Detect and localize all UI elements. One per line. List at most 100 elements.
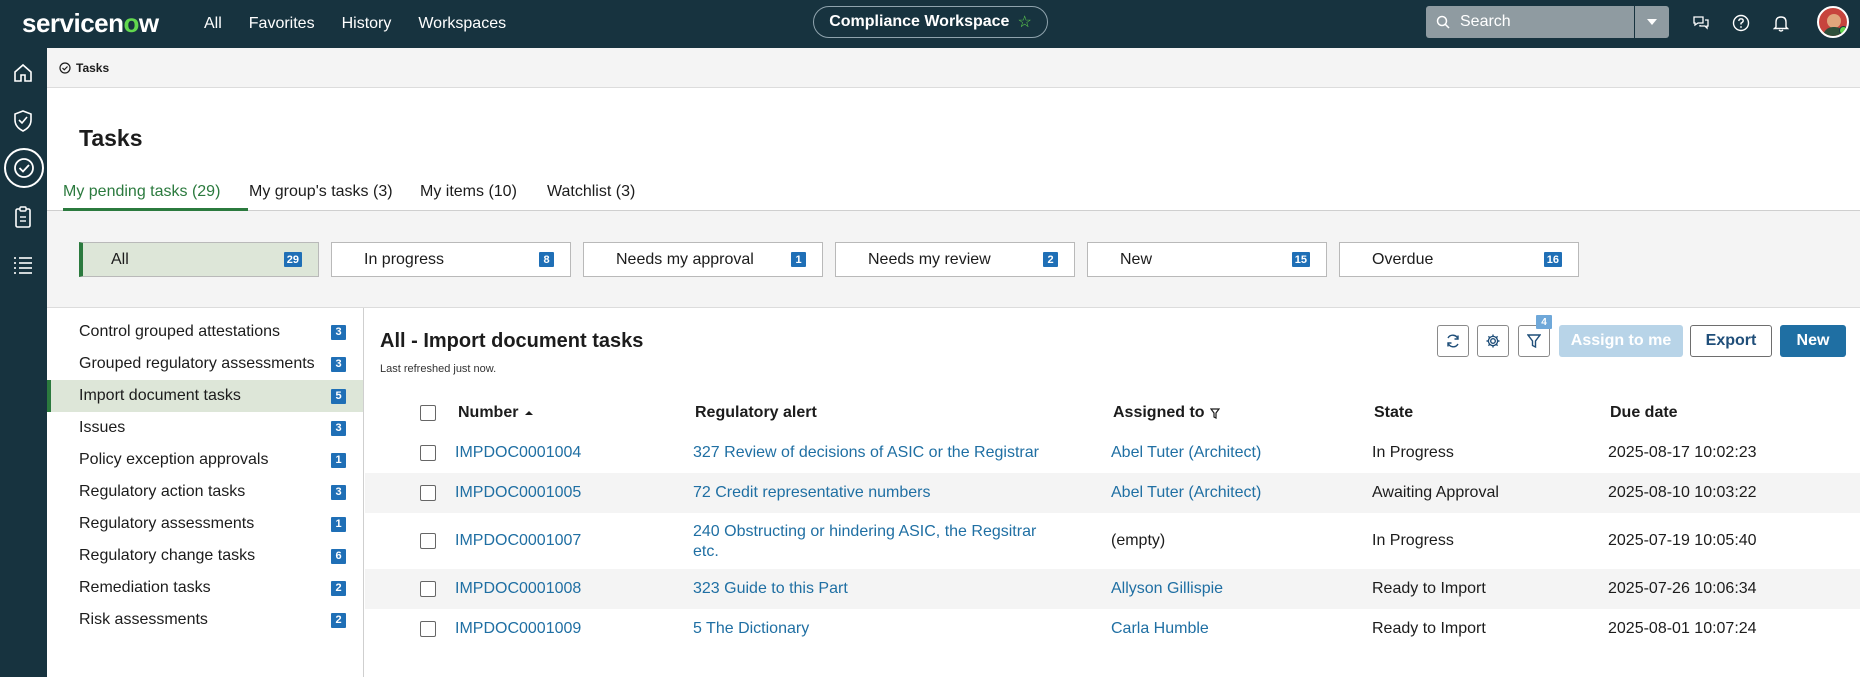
filter-chip-label: Needs my review <box>868 250 991 268</box>
count-badge: 29 <box>283 252 302 267</box>
check-circle-icon <box>59 61 71 74</box>
nav-workspaces[interactable]: Workspaces <box>418 15 506 33</box>
notifications-bell-icon[interactable] <box>1770 12 1792 34</box>
task-number-link[interactable]: IMPDOC0001004 <box>455 444 581 462</box>
task-number-link[interactable]: IMPDOC0001007 <box>455 532 581 550</box>
sidelist-item-regulatory-assessments[interactable]: Regulatory assessments 1 <box>47 508 363 540</box>
refresh-button[interactable] <box>1437 325 1469 357</box>
regulatory-alert-link[interactable]: 323 Guide to this Part <box>693 580 848 598</box>
sidelist-item-issues[interactable]: Issues 3 <box>47 412 363 444</box>
table-row: IMPDOC0001007 240 Obstructing or hinderi… <box>365 513 1860 569</box>
due-date-value: 2025-08-10 10:03:22 <box>1608 484 1757 501</box>
row-checkbox[interactable] <box>420 445 436 461</box>
sidelist-item-label: Control grouped attestations <box>79 323 281 340</box>
sidelist-item-regulatory-change-tasks[interactable]: Regulatory change tasks 6 <box>47 540 363 572</box>
filter-chip-needs-my-review[interactable]: Needs my review 2 <box>835 242 1075 277</box>
assigned-to-link[interactable]: Abel Tuter (Architect) <box>1111 444 1261 462</box>
column-header-due-date[interactable]: Due date <box>1610 404 1678 422</box>
tab-my-groups-tasks[interactable]: My group's tasks (3) <box>249 183 393 201</box>
sidelist-item-regulatory-action-tasks[interactable]: Regulatory action tasks 3 <box>47 476 363 508</box>
workspace-selector[interactable]: Compliance Workspace ☆ <box>813 6 1048 38</box>
column-label: State <box>1374 404 1414 421</box>
tasks-check-icon[interactable] <box>4 148 44 188</box>
settings-button[interactable] <box>1477 325 1509 357</box>
shield-check-icon[interactable] <box>8 106 38 136</box>
chat-icon[interactable] <box>1690 12 1712 34</box>
row-checkbox[interactable] <box>420 581 436 597</box>
presence-indicator <box>1839 26 1847 35</box>
filter-chip-label: In progress <box>364 250 445 268</box>
filter-chip-overdue[interactable]: Overdue 16 <box>1339 242 1579 277</box>
assigned-to-link[interactable]: Abel Tuter (Architect) <box>1111 484 1261 502</box>
assigned-to-link[interactable]: Allyson Gillispie <box>1111 580 1223 598</box>
tab-my-items[interactable]: My items (10) <box>420 183 517 201</box>
sidelist-item-policy-exception-approvals[interactable]: Policy exception approvals 1 <box>47 444 363 476</box>
task-number-link[interactable]: IMPDOC0001009 <box>455 620 581 638</box>
left-rail <box>0 48 47 677</box>
tab-watchlist[interactable]: Watchlist (3) <box>547 183 635 201</box>
filter-chip-all[interactable]: All 29 <box>79 242 319 277</box>
column-header-state[interactable]: State <box>1374 404 1413 422</box>
assigned-to-link[interactable]: Carla Humble <box>1111 620 1209 638</box>
sidelist-item-label: Regulatory action tasks <box>79 483 246 500</box>
task-number-link[interactable]: IMPDOC0001008 <box>455 580 581 598</box>
sidelist-item-risk-assessments[interactable]: Risk assessments 2 <box>47 604 363 636</box>
nav-all[interactable]: All <box>204 15 222 33</box>
last-refreshed-text: Last refreshed just now. <box>380 363 497 375</box>
column-header-regulatory-alert[interactable]: Regulatory alert <box>695 404 817 422</box>
list-title: All - Import document tasks <box>380 330 644 352</box>
sidelist-item-grouped-regulatory-assessments[interactable]: Grouped regulatory assessments 3 <box>47 348 363 380</box>
servicenow-logo[interactable]: servicenow <box>22 8 159 39</box>
count-badge: 3 <box>331 324 346 340</box>
filter-button[interactable] <box>1518 325 1550 357</box>
caret-down-icon <box>1647 19 1657 25</box>
count-badge: 8 <box>539 252 554 267</box>
table-header: Number Regulatory alert Assigned to Stat… <box>365 396 1860 430</box>
help-icon[interactable] <box>1730 12 1752 34</box>
nav-history[interactable]: History <box>342 15 392 33</box>
filter-chip-needs-my-approval[interactable]: Needs my approval 1 <box>583 242 823 277</box>
clipboard-icon[interactable] <box>8 202 38 232</box>
regulatory-alert-link[interactable]: 327 Review of decisions of ASIC or the R… <box>693 444 1039 462</box>
top-header: servicenow All Favorites History Workspa… <box>0 0 1860 48</box>
favorite-star-icon[interactable]: ☆ <box>1017 12 1031 32</box>
export-button[interactable]: Export <box>1690 325 1772 357</box>
filter-chip-in-progress[interactable]: In progress 8 <box>331 242 571 277</box>
search-icon <box>1436 15 1450 29</box>
column-label: Number <box>458 404 519 421</box>
user-avatar[interactable] <box>1817 6 1849 38</box>
task-number-link[interactable]: IMPDOC0001005 <box>455 484 581 502</box>
nav-favorites[interactable]: Favorites <box>249 15 315 33</box>
task-type-list: Control grouped attestations 3 Grouped re… <box>47 308 364 677</box>
row-checkbox[interactable] <box>420 485 436 501</box>
column-header-assigned-to[interactable]: Assigned to <box>1113 404 1220 422</box>
sidelist-item-label: Regulatory change tasks <box>79 547 256 564</box>
sidelist-item-import-document-tasks[interactable]: Import document tasks 5 <box>47 380 363 412</box>
filter-chip-label: Overdue <box>1372 250 1434 268</box>
list-icon[interactable] <box>8 250 38 280</box>
tab-my-pending-tasks[interactable]: My pending tasks (29) <box>63 183 220 201</box>
search-scope-dropdown[interactable] <box>1635 6 1669 38</box>
regulatory-alert-link[interactable]: 240 Obstructing or hindering ASIC, the R… <box>693 522 1053 562</box>
column-label: Regulatory alert <box>695 404 817 421</box>
column-header-number[interactable]: Number <box>458 404 534 422</box>
state-value: In Progress <box>1372 532 1454 549</box>
global-search[interactable]: Search <box>1426 6 1634 38</box>
sidelist-item-remediation-tasks[interactable]: Remediation tasks 2 <box>47 572 363 604</box>
new-button[interactable]: New <box>1780 325 1846 357</box>
sidelist-item-control-grouped-attestations[interactable]: Control grouped attestations 3 <box>47 316 363 348</box>
select-all-checkbox[interactable] <box>420 405 436 421</box>
sidelist-item-label: Regulatory assessments <box>79 515 255 532</box>
breadcrumb[interactable]: Tasks <box>59 61 109 75</box>
sort-ascending-icon <box>525 411 534 415</box>
row-checkbox[interactable] <box>420 533 436 549</box>
regulatory-alert-link[interactable]: 72 Credit representative numbers <box>693 484 930 502</box>
filter-chip-new[interactable]: New 15 <box>1087 242 1327 277</box>
workspace-name: Compliance Workspace <box>829 13 1010 30</box>
regulatory-alert-link[interactable]: 5 The Dictionary <box>693 620 809 638</box>
home-icon[interactable] <box>8 58 38 88</box>
assign-to-me-button[interactable]: Assign to me <box>1559 325 1683 357</box>
search-placeholder: Search <box>1460 13 1511 30</box>
row-checkbox[interactable] <box>420 621 436 637</box>
count-badge: 2 <box>331 612 346 628</box>
